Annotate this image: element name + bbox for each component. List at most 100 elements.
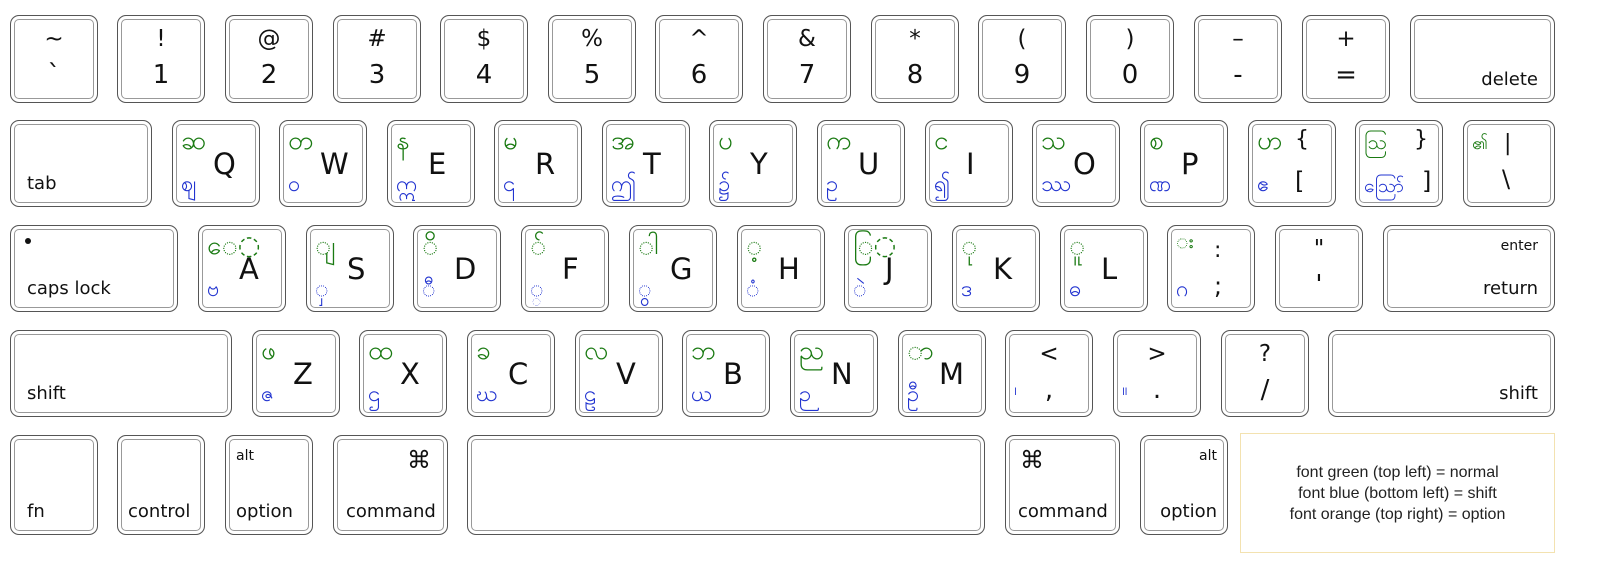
key-2[interactable]: @ 2 [225,15,313,103]
enter-label: enter [1500,238,1538,254]
key-letter: Y [750,147,768,181]
key-letter: F [562,252,579,286]
key-left-command[interactable]: ⌘ command [333,435,448,535]
key-equals[interactable]: + = [1302,15,1390,103]
key-fn[interactable]: fn [10,435,98,535]
key-letter: P [1181,147,1199,181]
key-8[interactable]: * 8 [871,15,959,103]
shift-char: ဠ [584,382,597,407]
key-comma[interactable]: < , ၊ [1005,330,1093,417]
normal-char: ထ [368,336,394,366]
key-letter: O [1073,147,1096,181]
key-u[interactable]: က U ဥ [817,120,905,207]
key-right-option[interactable]: alt option [1140,435,1228,535]
key-i[interactable]: င I ၍ [925,120,1013,207]
key-d[interactable]: ◌ိ D ◌ီ [413,225,501,312]
key-quote[interactable]: " ' [1275,225,1363,312]
key-period[interactable]: > . ။ [1113,330,1201,417]
key-a[interactable]: ေ◌ A ဗ [198,225,286,312]
key-left-shift[interactable]: shift [10,330,232,417]
key-symbol: 3 [368,60,386,90]
key-backtick[interactable]: ~ ` [10,15,98,103]
key-letter: V [616,357,636,391]
key-k[interactable]: ◌ု K ဒ [952,225,1040,312]
key-left-bracket[interactable]: ဟ { [ ဧ [1248,120,1336,207]
key-f[interactable]: ◌် F ◌္ [521,225,609,312]
key-m[interactable]: ◌ာ M ဦ [898,330,986,417]
key-right-bracket[interactable]: ဩ } ] ဪ [1355,120,1443,207]
key-space[interactable] [467,435,985,535]
key-shift-symbol: + [1336,26,1356,52]
key-w[interactable]: တ W ဝ [279,120,367,207]
key-shift-symbol: ? [1258,341,1272,367]
shift-char: ဗ [207,277,220,302]
key-delete[interactable]: delete [1410,15,1555,103]
key-h[interactable]: ◌့ H ◌ံ [737,225,825,312]
normal-char: မ [503,126,518,156]
key-letter: W [320,147,349,181]
key-symbol: 8 [906,60,924,90]
key-control[interactable]: control [117,435,205,535]
normal-char: ◌ိ [422,231,439,261]
key-left-option[interactable]: alt option [225,435,313,535]
key-g[interactable]: ◌ါ G ◌ွ [629,225,717,312]
key-o[interactable]: သ O ဿ [1032,120,1120,207]
key-y[interactable]: ပ Y ၌ [709,120,797,207]
key-letter: A [239,252,259,286]
key-symbol: 1 [152,60,170,90]
key-b[interactable]: ဘ B ယ [682,330,770,417]
shift-char: ဏ [1149,172,1172,197]
key-symbol: ' [1315,270,1323,300]
normal-char: ◌ု [961,231,978,261]
key-9[interactable]: ( 9 [978,15,1066,103]
key-1[interactable]: ! 1 [117,15,205,103]
key-s[interactable]: ◌ျ S ◌ှ [306,225,394,312]
shift-char: ◌္ [530,277,544,302]
key-shift-symbol: ( [1017,26,1027,52]
shift-char: ၊ [1014,379,1017,400]
shift-char: ◌ဲ [853,277,867,302]
normal-char: ◌့ [746,231,763,261]
key-t[interactable]: အ T ဤ [602,120,690,207]
key-4[interactable]: $ 4 [440,15,528,103]
normal-char: ◌ာ [907,336,934,366]
normal-char: န [396,126,410,156]
key-6[interactable]: ^ 6 [655,15,743,103]
alt-label: alt [1199,448,1217,464]
key-backslash[interactable]: ၏ | \ [1463,120,1555,207]
key-n[interactable]: ည N ဉ [790,330,878,417]
key-v[interactable]: လ V ဠ [575,330,663,417]
legend-normal: font green (top left) = normal [1296,463,1499,481]
key-r[interactable]: မ R ၎ [494,120,582,207]
color-legend: font green (top left) = normal font blue… [1240,433,1555,553]
key-x[interactable]: ထ X ဌ [359,330,447,417]
key-symbol: 6 [690,60,708,90]
key-letter: U [858,147,880,181]
key-q[interactable]: ဆ Q ဈ [172,120,260,207]
key-caps-lock[interactable]: caps lock [10,225,178,312]
normal-char: ခ [476,336,491,366]
key-c[interactable]: ခ C ဃ [467,330,555,417]
key-0[interactable]: ) 0 [1086,15,1174,103]
key-z[interactable]: ဖ Z ဇ [252,330,340,417]
key-slash[interactable]: ? / [1221,330,1309,417]
key-p[interactable]: စ P ဏ [1140,120,1228,207]
key-3[interactable]: # 3 [333,15,421,103]
key-shift-symbol: % [581,26,603,52]
key-e[interactable]: န E ဣ [387,120,475,207]
key-5[interactable]: % 5 [548,15,636,103]
key-minus[interactable]: – - [1194,15,1282,103]
shift-label: shift [1499,383,1538,404]
key-right-shift[interactable]: shift [1328,330,1555,417]
normal-char: ဖ [261,336,276,366]
key-return[interactable]: enter return [1383,225,1555,312]
key-tab[interactable]: tab [10,120,152,207]
key-7[interactable]: & 7 [763,15,851,103]
key-j[interactable]: ြ◌ J ◌ဲ [844,225,932,312]
key-symbol: \ [1502,165,1511,193]
normal-char: ပ [718,126,733,156]
key-semicolon[interactable]: ◌း : ; ဂ [1167,225,1255,312]
shift-char: ဦ [907,382,920,407]
key-right-command[interactable]: ⌘ command [1005,435,1120,535]
key-l[interactable]: ◌ူ L ဓ [1060,225,1148,312]
